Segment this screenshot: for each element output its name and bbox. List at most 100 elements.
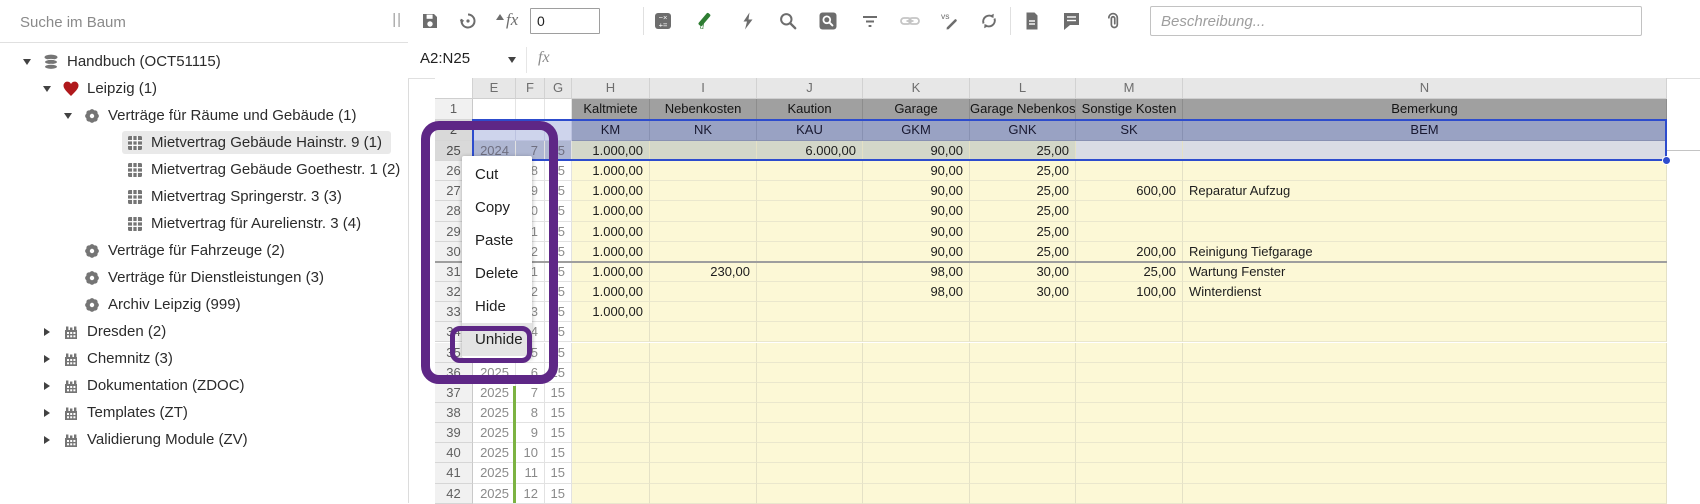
name-box-dropdown-icon[interactable] bbox=[508, 57, 516, 63]
formula-up-icon[interactable]: fx bbox=[496, 10, 518, 30]
cell-J41[interactable] bbox=[757, 463, 863, 483]
cell-M26[interactable] bbox=[1076, 161, 1183, 181]
comment-icon[interactable] bbox=[1062, 11, 1082, 31]
cell-H31[interactable]: 1.000,00 bbox=[572, 262, 650, 282]
tree-item-11[interactable]: Chemnitz (3) bbox=[0, 345, 408, 372]
tree-item-body[interactable]: Leipzig (1) bbox=[58, 77, 166, 100]
tree-item-body[interactable]: Archiv Leipzig (999) bbox=[79, 293, 250, 316]
cell-K42[interactable] bbox=[863, 484, 970, 504]
cell-I26[interactable] bbox=[650, 161, 757, 181]
cell-G27[interactable]: 15 bbox=[545, 181, 572, 201]
cell-J38[interactable] bbox=[757, 403, 863, 423]
cell-J36[interactable] bbox=[757, 363, 863, 383]
tree-item-10[interactable]: Dresden (2) bbox=[0, 318, 408, 345]
cell-I33[interactable] bbox=[650, 302, 757, 322]
tree-item-8[interactable]: Verträge für Dienstleistungen (3) bbox=[0, 264, 408, 291]
cell-F40[interactable]: 10 bbox=[516, 443, 545, 463]
cell-H27[interactable]: 1.000,00 bbox=[572, 181, 650, 201]
cell-L39[interactable] bbox=[970, 423, 1076, 443]
cell-N28[interactable] bbox=[1183, 201, 1667, 221]
cell-N26[interactable] bbox=[1183, 161, 1667, 181]
context-menu-item-copy[interactable]: Copy bbox=[462, 191, 532, 224]
cell-L42[interactable] bbox=[970, 484, 1076, 504]
cell-J30[interactable] bbox=[757, 242, 863, 262]
cell-G40[interactable]: 15 bbox=[545, 443, 572, 463]
document-icon[interactable] bbox=[1022, 11, 1042, 31]
cell-I28[interactable] bbox=[650, 201, 757, 221]
cell-G34[interactable]: 15 bbox=[545, 322, 572, 342]
tree-item-6[interactable]: Mietvertrag für Aurelienstr. 3 (4) bbox=[0, 210, 408, 237]
cell-I37[interactable] bbox=[650, 383, 757, 403]
cell-L30[interactable]: 25,00 bbox=[970, 242, 1076, 262]
cell-I2-tech[interactable]: NK bbox=[650, 120, 757, 141]
cell-H34[interactable] bbox=[572, 322, 650, 342]
cell-K29[interactable]: 90,00 bbox=[863, 222, 970, 242]
cell-I41[interactable] bbox=[650, 463, 757, 483]
search-in-box-icon[interactable] bbox=[818, 11, 838, 31]
cell-M30[interactable]: 200,00 bbox=[1076, 242, 1183, 262]
tree-item-7[interactable]: Verträge für Fahrzeuge (2) bbox=[0, 237, 408, 264]
cell-G39[interactable]: 15 bbox=[545, 423, 572, 443]
cell-H38[interactable] bbox=[572, 403, 650, 423]
cell-F42[interactable]: 12 bbox=[516, 484, 545, 504]
calculator-icon[interactable]: −× += bbox=[653, 11, 673, 31]
cell-E42[interactable]: 2025 bbox=[473, 484, 516, 504]
chevron-right-icon[interactable] bbox=[36, 382, 58, 390]
tree-item-1[interactable]: Leipzig (1) bbox=[0, 75, 408, 102]
context-menu-item-cut[interactable]: Cut bbox=[462, 158, 532, 191]
cell-J31[interactable] bbox=[757, 262, 863, 282]
cell-G28[interactable]: 15 bbox=[545, 201, 572, 221]
tree-item-body-selected[interactable]: Mietvertrag Gebäude Hainstr. 9 (1) bbox=[122, 131, 391, 154]
cell-K32[interactable]: 98,00 bbox=[863, 282, 970, 302]
name-box[interactable]: A2:N25 bbox=[420, 50, 470, 67]
cell-J29[interactable] bbox=[757, 222, 863, 242]
context-menu-item-paste[interactable]: Paste bbox=[462, 224, 532, 257]
cell-F36[interactable]: 6 bbox=[516, 363, 545, 383]
cell-K31[interactable]: 98,00 bbox=[863, 262, 970, 282]
cell-N32[interactable]: Winterdienst bbox=[1183, 282, 1667, 302]
cell-H36[interactable] bbox=[572, 363, 650, 383]
link-icon[interactable] bbox=[900, 11, 920, 31]
cell-M31[interactable]: 25,00 bbox=[1076, 262, 1183, 282]
attachment-icon[interactable] bbox=[1102, 11, 1122, 31]
column-header-K[interactable]: K bbox=[863, 78, 970, 99]
column-header-G[interactable]: G bbox=[545, 78, 572, 99]
cell-K30[interactable]: 90,00 bbox=[863, 242, 970, 262]
cell-J37[interactable] bbox=[757, 383, 863, 403]
row-header-2[interactable]: 2 bbox=[435, 120, 473, 141]
cell-I39[interactable] bbox=[650, 423, 757, 443]
column-header-H[interactable]: H bbox=[572, 78, 650, 99]
cell-I30[interactable] bbox=[650, 242, 757, 262]
cell-E39[interactable]: 2025 bbox=[473, 423, 516, 443]
cell-N29[interactable] bbox=[1183, 222, 1667, 242]
chevron-down-icon[interactable] bbox=[16, 59, 38, 65]
cell-G1[interactable] bbox=[545, 99, 572, 120]
row-header-40[interactable]: 40 bbox=[435, 443, 473, 463]
cell-G26[interactable]: 15 bbox=[545, 161, 572, 181]
chevron-right-icon[interactable] bbox=[36, 409, 58, 417]
description-input[interactable] bbox=[1150, 6, 1642, 36]
cell-G37[interactable]: 15 bbox=[545, 383, 572, 403]
cell-M29[interactable] bbox=[1076, 222, 1183, 242]
cell-N41[interactable] bbox=[1183, 463, 1667, 483]
cell-G36[interactable]: 15 bbox=[545, 363, 572, 383]
cell-I27[interactable] bbox=[650, 181, 757, 201]
tree-item-4[interactable]: Mietvertrag Gebäude Goethestr. 1 (2) bbox=[0, 156, 408, 183]
cell-N31[interactable]: Wartung Fenster bbox=[1183, 262, 1667, 282]
cell-I29[interactable] bbox=[650, 222, 757, 242]
cell-G33[interactable]: 15 bbox=[545, 302, 572, 322]
cell-N30[interactable]: Reinigung Tiefgarage bbox=[1183, 242, 1667, 262]
search-icon[interactable] bbox=[778, 11, 798, 31]
column-header-J[interactable]: J bbox=[757, 78, 863, 99]
context-menu-item-delete[interactable]: Delete bbox=[462, 257, 532, 290]
cell-H1-header[interactable]: Kaltmiete bbox=[572, 99, 650, 120]
cell-M40[interactable] bbox=[1076, 443, 1183, 463]
tree-item-body[interactable]: Mietvertrag Springerstr. 3 (3) bbox=[122, 185, 351, 208]
cell-N38[interactable] bbox=[1183, 403, 1667, 423]
cell-H40[interactable] bbox=[572, 443, 650, 463]
cell-I42[interactable] bbox=[650, 484, 757, 504]
cell-L27[interactable]: 25,00 bbox=[970, 181, 1076, 201]
cell-M28[interactable] bbox=[1076, 201, 1183, 221]
cell-H33[interactable]: 1.000,00 bbox=[572, 302, 650, 322]
cell-H2-tech[interactable]: KM bbox=[572, 120, 650, 141]
